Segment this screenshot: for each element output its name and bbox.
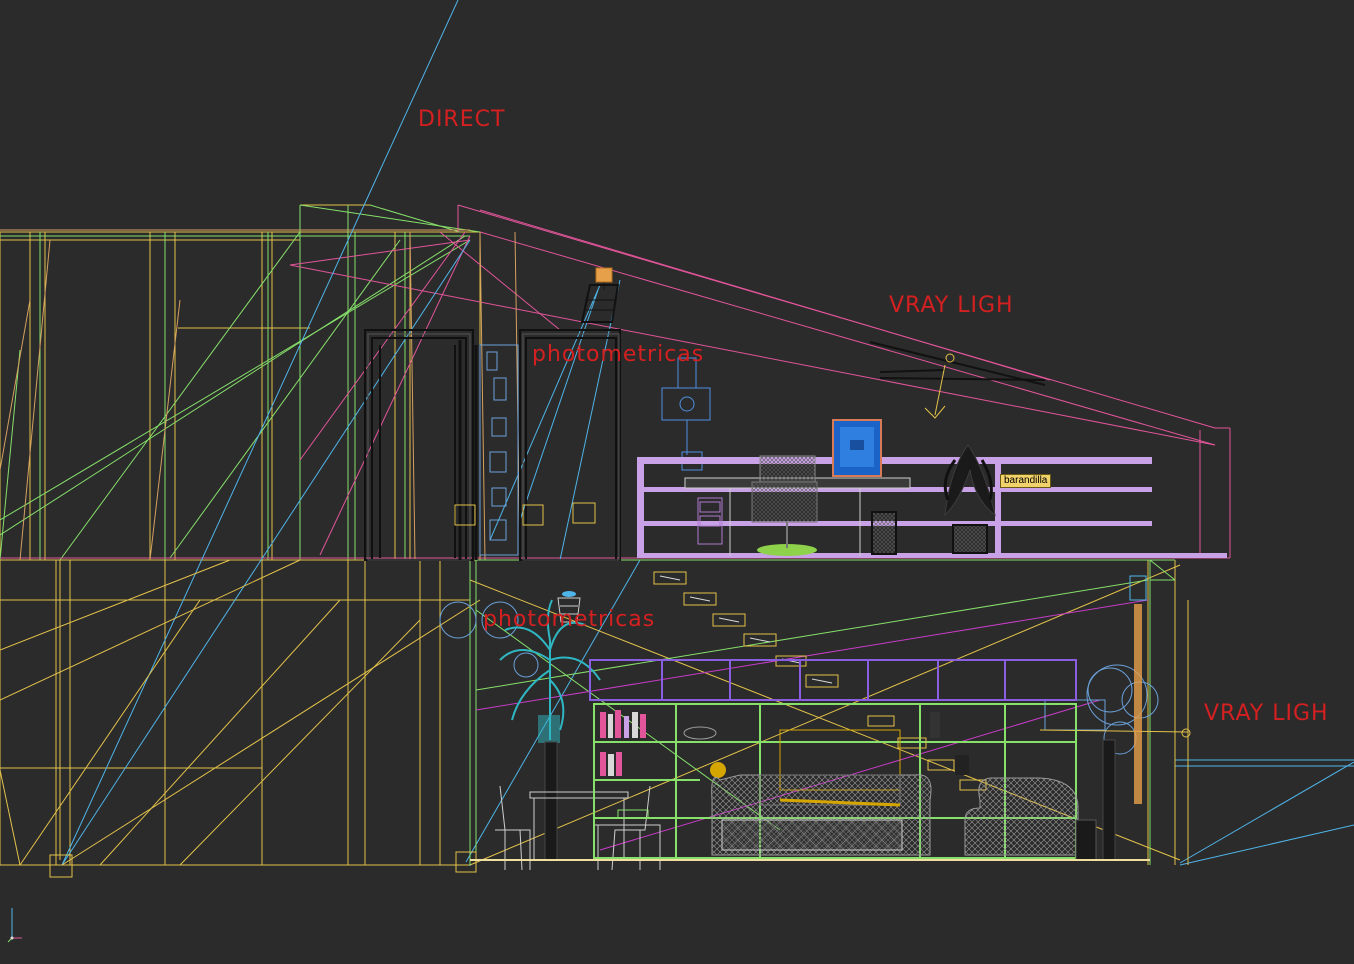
wall-orange-lines [0, 229, 521, 561]
mezzanine-floor [637, 553, 1227, 558]
viewport-front[interactable]: DIRECT VRAY LIGH photometricas photometr… [0, 0, 1354, 964]
shelf-books [600, 710, 969, 778]
exterior-walls [0, 204, 481, 866]
photometric-fixture [661, 357, 711, 471]
door-frame-inner [367, 333, 620, 561]
wireframe-scene[interactable] [0, 0, 1354, 964]
vray-light-target-upper [924, 353, 955, 419]
sofa [711, 774, 932, 856]
computer-monitor [832, 419, 882, 477]
vray-light-label-upper: VRAY LIGH [889, 293, 1014, 318]
photometric-label-upper: photometricas [532, 342, 705, 367]
direct-light-label: DIRECT [418, 107, 506, 132]
object-name-tooltip: barandilla [1000, 474, 1052, 488]
vray-light-upper [869, 341, 1046, 386]
floor-lamp-column [1102, 739, 1116, 861]
vray-light-label-lower: VRAY LIGH [1204, 701, 1329, 726]
speaker [1075, 819, 1097, 861]
office-chair [751, 481, 818, 556]
plant-pot-column [544, 741, 558, 861]
armchair [964, 777, 1079, 856]
photometric-label-lower: photometricas [483, 607, 656, 632]
staircase [653, 571, 839, 688]
shelving-unit [589, 659, 1077, 701]
bookcase-column [479, 344, 519, 556]
axis-tripod-icon [7, 908, 22, 943]
direct-light-rays [61, 0, 1354, 866]
waste-bin [871, 511, 897, 555]
